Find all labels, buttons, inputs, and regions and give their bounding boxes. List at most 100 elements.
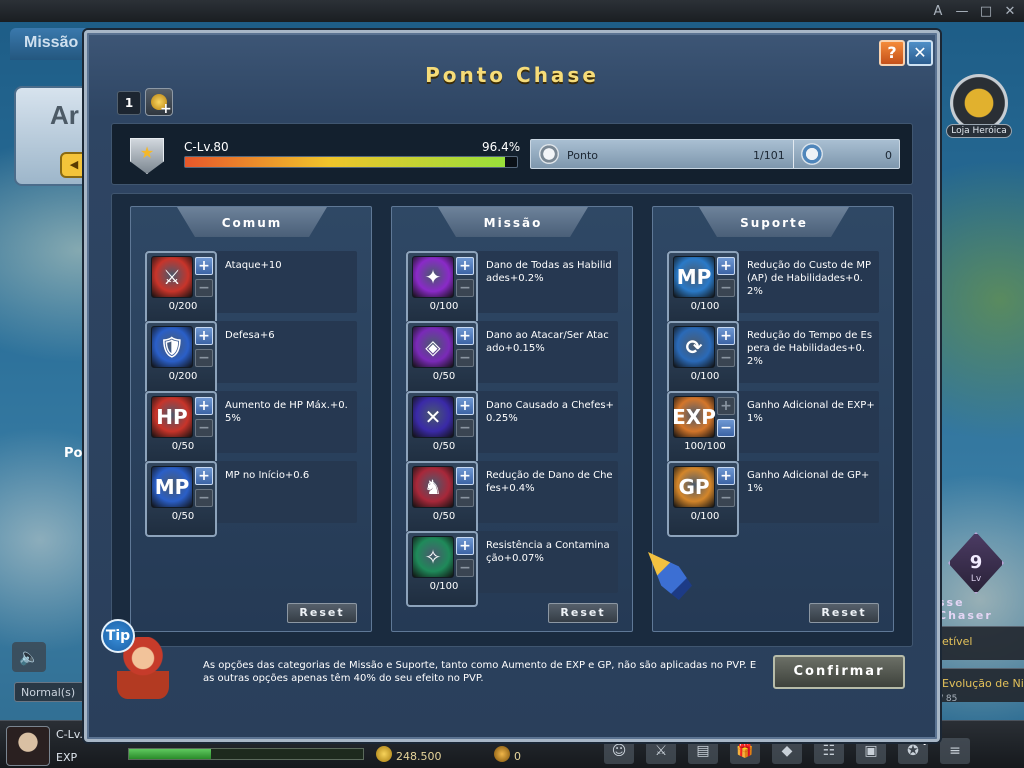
add-points-button[interactable]: + <box>145 88 173 117</box>
menu-icon[interactable]: ≡ <box>940 738 970 764</box>
skill-count: 0/200 <box>168 371 198 382</box>
skill-row: ✕ + − 0/50 Dano Causado a Chefes+0.25% <box>406 391 618 467</box>
skill-row: MP + − 0/50 MP no Início+0.6 <box>145 461 357 537</box>
minus-button[interactable]: − <box>456 349 474 367</box>
skill-row: ⟳ + − 0/100 Redução do Tempo de Espera d… <box>667 321 879 397</box>
skill-count: 0/100 <box>690 511 720 522</box>
defense-icon: 🛡 <box>151 326 193 368</box>
skill-row: HP + − 0/50 Aumento de HP Máx.+0.5% <box>145 391 357 467</box>
skill-count: 0/200 <box>168 301 198 312</box>
minus-button[interactable]: − <box>195 419 213 437</box>
exp-bonus-icon: EXP <box>672 396 716 438</box>
minus-button[interactable]: − <box>195 349 213 367</box>
avatar[interactable] <box>6 726 50 766</box>
skill-row: GP + − 0/100 Ganho Adicional de GP+1% <box>667 461 879 537</box>
window-controls: A — □ ✕ <box>930 3 1018 19</box>
skill-description: Dano ao Atacar/Ser Atacado+0.15% <box>486 330 609 354</box>
reset-button[interactable]: Reset <box>809 603 879 623</box>
plus-button[interactable]: + <box>717 327 735 345</box>
bottom-level-label: C-Lv. <box>56 728 83 741</box>
close-window-icon[interactable]: ✕ <box>1002 3 1018 19</box>
reset-button[interactable]: Reset <box>548 603 618 623</box>
minimize-icon[interactable]: — <box>954 3 970 19</box>
minus-button[interactable]: − <box>456 419 474 437</box>
plus-icon: + <box>160 101 172 117</box>
minus-button[interactable]: − <box>195 489 213 507</box>
points-divider <box>793 140 794 168</box>
skill-row: MP + − 0/100 Redução do Custo de MP (AP)… <box>667 251 879 327</box>
minus-button[interactable]: − <box>456 489 474 507</box>
maximize-icon[interactable]: □ <box>978 3 994 19</box>
skill-slot: HP + − 0/50 <box>145 391 217 467</box>
points-label: Ponto <box>567 149 598 162</box>
minus-button[interactable]: − <box>717 279 735 297</box>
plus-button[interactable]: + <box>717 467 735 485</box>
exp-bar-fill <box>129 749 211 759</box>
reset-button[interactable]: Reset <box>287 603 357 623</box>
cooldown-reduction-icon: ⟳ <box>673 326 715 368</box>
plus-button[interactable]: + <box>456 257 474 275</box>
plus-button[interactable]: + <box>195 467 213 485</box>
minus-button[interactable]: − <box>456 279 474 297</box>
minus-button[interactable]: − <box>717 419 735 437</box>
bg-panel-text: Ar <box>50 100 79 130</box>
cash-coin-icon <box>494 746 510 762</box>
exp-bar <box>128 748 364 760</box>
chase-points-dialog: Ponto Chase ? ✕ 1 + ★ C-Lv.80 96.4% Pont… <box>84 30 940 742</box>
difficulty-select[interactable]: Normal(s) <box>14 682 86 702</box>
column-header: Comum <box>177 207 327 237</box>
skill-slot: ⚔ + − 0/200 <box>145 251 217 327</box>
skill-row: ✦ + − 0/100 Dano de Todas as Habilidades… <box>406 251 618 327</box>
plus-button[interactable]: + <box>456 467 474 485</box>
skill-description: Dano Causado a Chefes+0.25% <box>486 400 614 424</box>
mp-cost-reduction-icon: MP <box>673 256 715 298</box>
points-box: Ponto 1/101 0 <box>530 139 900 169</box>
chase-level-percent: 96.4% <box>482 140 521 154</box>
speaker-icon[interactable]: 🔈 <box>12 642 46 672</box>
skill-count: 0/100 <box>429 301 459 312</box>
skill-description: Defesa+6 <box>225 330 275 341</box>
heroic-shop-label: Loja Heróica <box>946 124 1012 138</box>
plus-button[interactable]: + <box>456 397 474 415</box>
minus-button[interactable]: − <box>195 279 213 297</box>
plus-button[interactable]: + <box>195 397 213 415</box>
minus-button[interactable]: − <box>717 489 735 507</box>
right-menu-item-1[interactable]: etível <box>936 626 1024 660</box>
plus-button[interactable]: + <box>195 327 213 345</box>
tip-text: As opções das categorias de Missão e Sup… <box>203 660 757 684</box>
minus-button[interactable]: − <box>717 349 735 367</box>
skill-count: 100/100 <box>684 441 726 452</box>
mp-icon: MP <box>151 466 193 508</box>
title-bar: A — □ ✕ <box>0 0 1024 22</box>
plus-button[interactable]: + <box>717 397 735 415</box>
minus-button[interactable]: − <box>456 559 474 577</box>
help-button[interactable]: ? <box>879 40 905 66</box>
heroic-shop-button[interactable]: Loja Heróica <box>946 74 1012 144</box>
skill-count: 0/100 <box>429 581 459 592</box>
plus-button[interactable]: + <box>456 537 474 555</box>
skill-slot: GP + − 0/100 <box>667 461 739 537</box>
column-title: Missão <box>483 216 543 230</box>
plus-button[interactable]: + <box>456 327 474 345</box>
plus-button[interactable]: + <box>195 257 213 275</box>
mission-tab[interactable]: Missão <box>10 28 90 60</box>
skill-description: Ganho Adicional de EXP+1% <box>747 400 875 424</box>
points-value: 1/101 <box>753 149 785 162</box>
gold-amount: 248.500 <box>396 750 442 763</box>
skill-slot: ♞ + − 0/50 <box>406 461 478 537</box>
skill-slot: MP + − 0/50 <box>145 461 217 537</box>
confirm-button[interactable]: Confirmar <box>773 655 905 689</box>
skill-count: 0/50 <box>171 441 195 452</box>
font-icon[interactable]: A <box>930 3 946 19</box>
skill-description: Ataque+10 <box>225 260 282 271</box>
close-button[interactable]: ✕ <box>907 40 933 66</box>
plus-button[interactable]: + <box>717 257 735 275</box>
skill-row: ⚔ + − 0/200 Ataque+10 <box>145 251 357 327</box>
skill-row: EXP + − 100/100 Ganho Adicional de EXP+1… <box>667 391 879 467</box>
chase-level-bar: ★ C-Lv.80 96.4% Ponto 1/101 0 <box>111 123 913 185</box>
skill-count: 0/50 <box>171 511 195 522</box>
skill-count: 0/50 <box>432 511 456 522</box>
chaser-class-label: sse Chaser <box>938 596 993 622</box>
boss-damage-reduction-icon: ♞ <box>412 466 454 508</box>
chaser-level-number: 9 <box>969 552 983 573</box>
